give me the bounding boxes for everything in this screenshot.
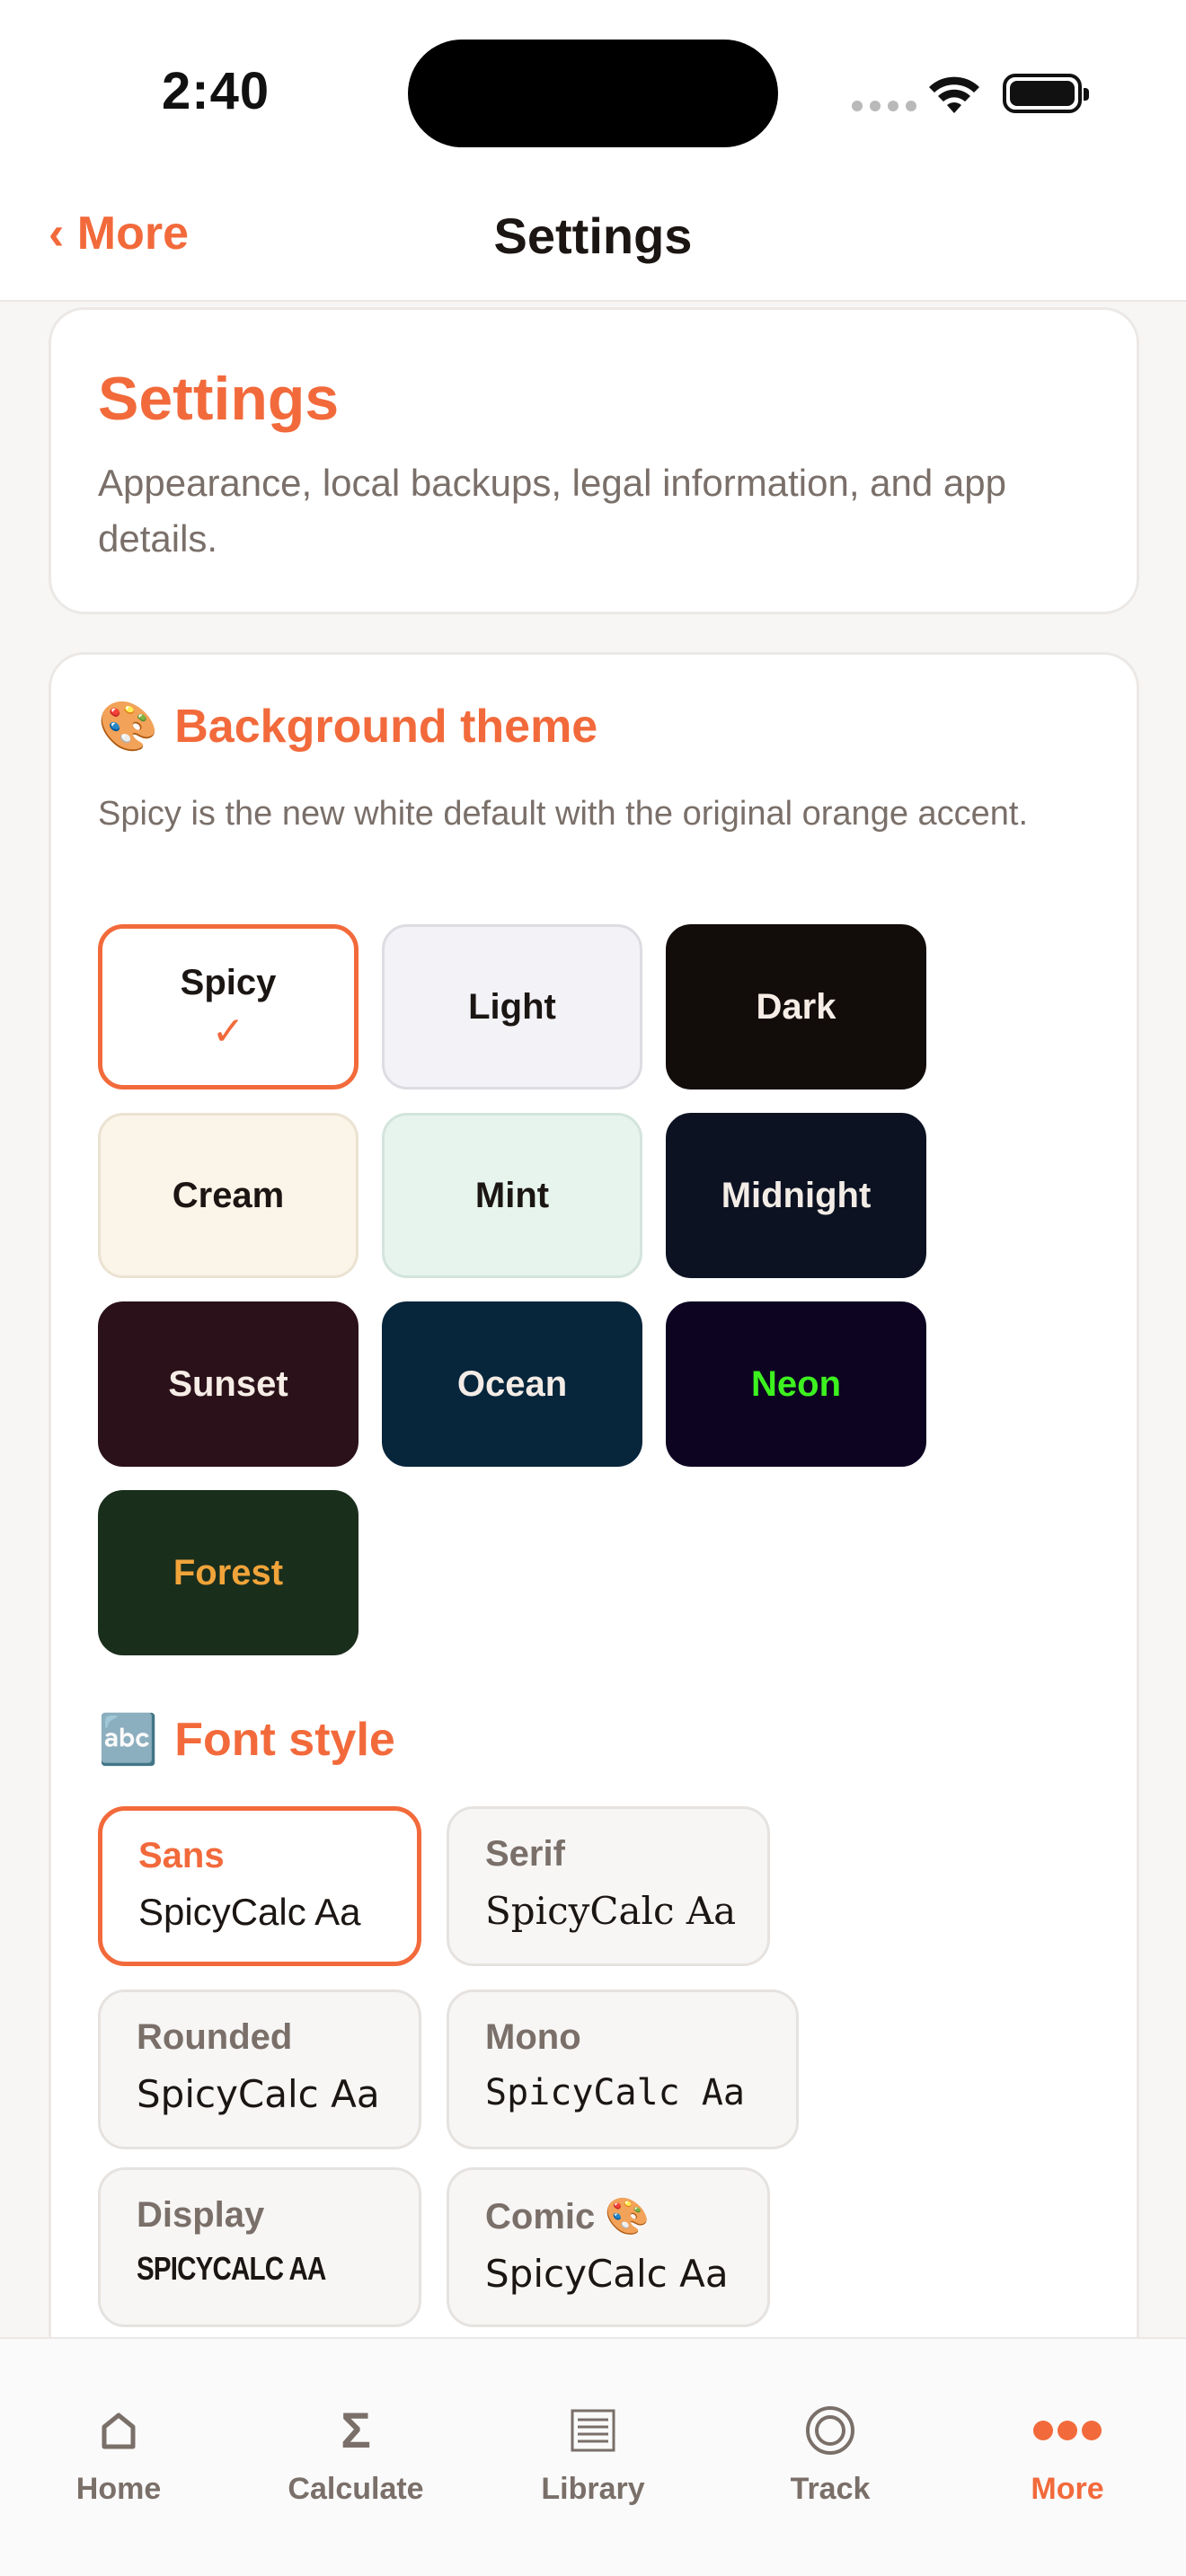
font-option-display[interactable]: Display SPICYCALC AA: [98, 2167, 421, 2327]
page-subtitle: Appearance, local backups, legal informa…: [98, 462, 1006, 560]
appearance-card: 🎨 Background theme Spicy is the new whit…: [49, 652, 1139, 2576]
nav-title: Settings: [493, 207, 693, 264]
battery-icon: [1003, 74, 1089, 113]
tab-label: Library: [541, 2472, 645, 2506]
status-time: 2:40: [162, 62, 270, 120]
tab-calculate[interactable]: Σ Calculate: [237, 2339, 474, 2519]
theme-option-dark[interactable]: Dark: [666, 924, 926, 1090]
theme-option-cream[interactable]: Cream: [98, 1113, 358, 1278]
theme-option-forest[interactable]: Forest: [98, 1490, 358, 1655]
tab-bar: Home Σ Calculate Library Track More: [0, 2337, 1186, 2576]
theme-option-label: Sunset: [168, 1363, 288, 1404]
font-style-heading: 🔤 Font style: [98, 1713, 395, 1767]
target-icon: [805, 2402, 855, 2459]
palette-icon: 🎨: [98, 700, 159, 754]
font-option-comic[interactable]: Comic 🎨 SpicyCalc Aa: [447, 2167, 770, 2327]
theme-option-label: Dark: [756, 986, 836, 1027]
tab-track[interactable]: Track: [712, 2339, 949, 2519]
theme-option-label: Neon: [751, 1363, 841, 1404]
font-option-sample: SpicyCalc Aa: [485, 2252, 729, 2296]
navigation-bar: ‹ More Settings: [0, 180, 1186, 302]
theme-option-ocean[interactable]: Ocean: [382, 1301, 642, 1467]
font-option-mono[interactable]: Mono SpicyCalc Aa: [447, 1989, 799, 2149]
page-title: Settings: [98, 365, 340, 433]
tab-label: Calculate: [288, 2472, 424, 2506]
theme-option-light[interactable]: Light: [382, 924, 642, 1090]
tab-library[interactable]: Library: [474, 2339, 712, 2519]
sigma-icon: Σ: [341, 2402, 371, 2458]
theme-option-sunset[interactable]: Sunset: [98, 1301, 358, 1467]
wifi-icon: [929, 76, 979, 113]
font-option-sample: SpicyCalc Aa: [485, 2072, 745, 2113]
cellular-signal-icon: [852, 101, 916, 111]
ellipsis-icon: [1032, 2402, 1102, 2459]
font-option-name: Serif: [485, 1834, 565, 1874]
background-theme-title: Background theme: [174, 701, 598, 753]
background-theme-description: Spicy is the new white default with the …: [98, 795, 1029, 833]
tab-more[interactable]: More: [949, 2339, 1186, 2519]
theme-option-mint[interactable]: Mint: [382, 1113, 642, 1278]
theme-option-label: Ocean: [456, 1363, 568, 1404]
font-option-name: Mono: [485, 2017, 581, 2057]
theme-option-label: Cream: [172, 1175, 285, 1215]
font-option-name: Comic 🎨: [485, 2197, 651, 2236]
font-option-name: Display: [137, 2195, 265, 2235]
font-option-sans[interactable]: Sans SpicyCalc Aa: [98, 1806, 421, 1966]
font-option-sample: SPICYCALC AA: [137, 2250, 326, 2287]
theme-option-neon[interactable]: Neon: [666, 1301, 926, 1467]
font-option-sample: SpicyCalc Aa: [485, 1889, 737, 1933]
font-style-title: Font style: [174, 1714, 395, 1766]
background-theme-heading: 🎨 Background theme: [98, 700, 597, 754]
font-option-name: Rounded: [137, 2017, 293, 2057]
theme-option-label: Light: [468, 986, 556, 1027]
tab-label: Home: [75, 2472, 162, 2506]
status-bar: 2:40: [0, 0, 1186, 180]
theme-option-midnight[interactable]: Midnight: [666, 1113, 926, 1278]
dynamic-island: [408, 40, 778, 147]
theme-option-label: Spicy: [180, 962, 277, 1002]
settings-header-card: Settings Appearance, local backups, lega…: [49, 307, 1139, 614]
theme-option-label: Midnight: [721, 1175, 872, 1215]
theme-option-label: Mint: [474, 1175, 550, 1215]
abc-icon: 🔤: [98, 1713, 159, 1767]
home-icon: [99, 2402, 138, 2459]
library-icon: [571, 2402, 615, 2459]
checkmark-icon: ✓: [211, 1009, 245, 1054]
font-option-serif[interactable]: Serif SpicyCalc Aa: [447, 1806, 770, 1966]
tab-label: More: [1031, 2472, 1104, 2506]
font-option-sample: SpicyCalc Aa: [138, 1891, 361, 1933]
theme-option-label: Forest: [173, 1552, 284, 1592]
font-option-sample: SpicyCalc Aa: [137, 2072, 380, 2116]
theme-option-spicy[interactable]: Spicy ✓: [98, 924, 358, 1090]
tab-home[interactable]: Home: [0, 2339, 237, 2519]
font-option-name: Sans: [138, 1836, 225, 1875]
tab-label: Track: [790, 2472, 871, 2506]
font-option-rounded[interactable]: Rounded SpicyCalc Aa: [98, 1989, 421, 2149]
